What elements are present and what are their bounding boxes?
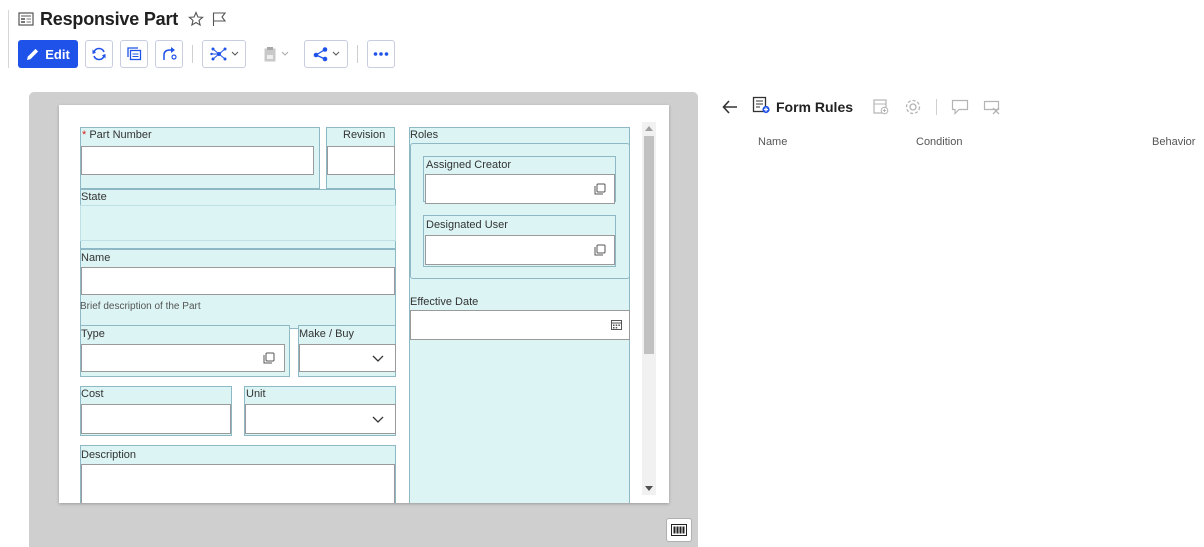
lookup-icon[interactable] [263,352,275,364]
refresh-button[interactable] [85,40,113,68]
form-canvas: * Part Number Revision State Name Brief … [29,92,698,547]
share-icon [313,47,327,62]
calendar-icon[interactable] [611,320,622,330]
more-icon [373,52,389,56]
description-field[interactable] [81,464,395,503]
share-button[interactable] [304,40,348,68]
part-number-label: * Part Number [82,129,152,141]
designated-user-field[interactable] [425,235,615,265]
effective-date-label: Effective Date [410,296,479,308]
form-rules-header: Form Rules [722,96,1015,118]
connect-button[interactable] [155,40,183,68]
toolbar-separator [192,45,193,63]
star-icon[interactable] [187,10,205,28]
lookup-icon[interactable] [594,244,606,256]
chevron-down-icon [372,416,384,423]
add-rule-icon[interactable] [872,98,890,116]
assigned-creator-field[interactable] [425,174,615,204]
delete-rule-icon[interactable] [983,98,1001,116]
type-field[interactable] [81,344,285,372]
designated-user-label: Designated User [426,219,508,231]
form-rules-title: Form Rules [776,99,854,115]
scroll-up-icon[interactable] [645,126,653,131]
required-mark: * [82,129,87,141]
connect-icon [163,47,177,60]
chevron-down-icon [281,51,288,56]
columns-icon [671,524,687,536]
form-scrollbar[interactable] [642,122,656,495]
cost-field[interactable] [81,404,231,434]
edit-button-label: Edit [45,46,70,62]
description-label: Description [81,449,137,461]
settings-icon[interactable] [904,98,922,116]
name-hint: Brief description of the Part [80,301,201,312]
back-arrow-icon[interactable] [722,100,738,114]
page-title: Responsive Part [40,8,179,29]
name-label: Name [81,252,111,264]
assigned-creator-label: Assigned Creator [426,159,511,171]
effective-date-field[interactable] [410,310,630,340]
title-bar: Responsive Part [18,8,233,30]
comment-icon[interactable] [951,98,969,116]
cost-label: Cost [81,388,104,400]
edit-button[interactable]: Edit [18,40,78,68]
chevron-down-icon [231,51,238,56]
toolbar-separator [357,45,358,63]
col-header-name[interactable]: Name [758,136,787,148]
columns-button[interactable] [666,518,692,542]
toolbar: Edit [18,40,402,68]
state-label: State [81,191,107,203]
col-header-condition[interactable]: Condition [916,136,962,148]
form-icon [18,11,34,27]
pencil-icon [27,48,39,60]
revision-field[interactable] [327,146,395,175]
chevron-down-icon [332,51,339,56]
copy-icon [127,47,142,61]
col-header-behavior[interactable]: Behavior [1152,136,1195,148]
part-number-field[interactable] [81,146,314,175]
scroll-down-icon[interactable] [645,486,653,491]
clipboard-button[interactable] [253,40,297,68]
structure-button[interactable] [202,40,246,68]
make-buy-label: Make / Buy [299,328,355,340]
scrollbar-thumb[interactable] [644,136,654,354]
lookup-icon[interactable] [594,183,606,195]
flag-icon[interactable] [210,10,228,28]
type-label: Type [81,328,105,340]
unit-label: Unit [246,388,266,400]
rules-separator [936,99,938,115]
roles-label: Roles [410,129,439,141]
left-divider [8,10,9,68]
clipboard-icon [264,47,275,62]
name-field[interactable] [81,267,395,295]
form-rules-icon [752,96,770,119]
form-sheet: * Part Number Revision State Name Brief … [59,105,669,503]
chevron-down-icon [372,355,384,362]
structure-icon [209,47,226,61]
revision-label: Revision [343,129,386,141]
refresh-icon [92,47,106,61]
state-field [80,205,396,241]
more-button[interactable] [367,40,395,68]
copy-button[interactable] [120,40,148,68]
